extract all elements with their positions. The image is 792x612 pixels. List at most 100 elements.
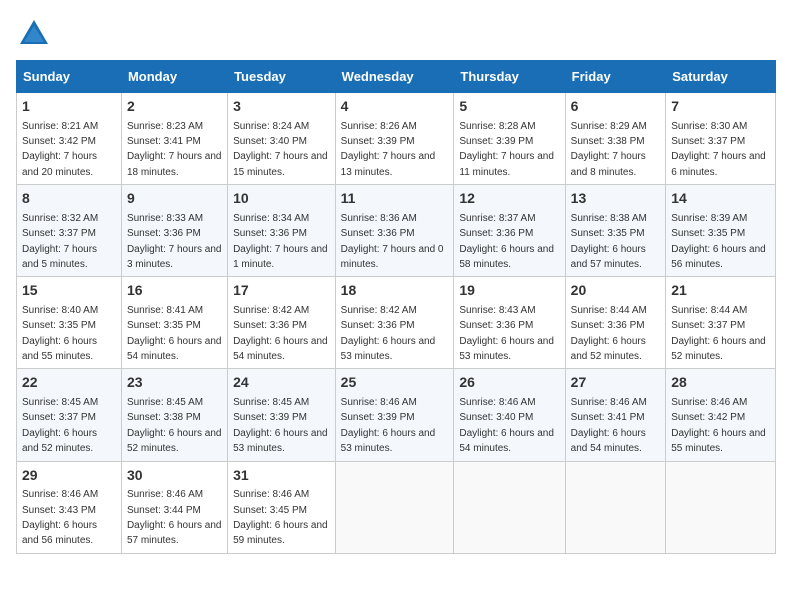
calendar-day-cell: 16 Sunrise: 8:41 AMSunset: 3:35 PMDaylig… <box>121 277 227 369</box>
day-info: Sunrise: 8:28 AMSunset: 3:39 PMDaylight:… <box>459 121 554 178</box>
calendar-day-cell: 2 Sunrise: 8:23 AMSunset: 3:41 PMDayligh… <box>121 93 227 185</box>
day-number: 12 <box>459 189 559 209</box>
calendar-day-cell: 7 Sunrise: 8:30 AMSunset: 3:37 PMDayligh… <box>666 93 776 185</box>
day-info: Sunrise: 8:40 AMSunset: 3:35 PMDaylight:… <box>22 305 98 362</box>
day-info: Sunrise: 8:46 AMSunset: 3:40 PMDaylight:… <box>459 397 554 454</box>
page-header <box>16 16 776 52</box>
day-number: 14 <box>671 189 770 209</box>
day-number: 18 <box>341 281 449 301</box>
day-info: Sunrise: 8:32 AMSunset: 3:37 PMDaylight:… <box>22 213 98 270</box>
day-number: 2 <box>127 97 222 117</box>
calendar-day-cell: 29 Sunrise: 8:46 AMSunset: 3:43 PMDaylig… <box>17 461 122 553</box>
calendar-week-row: 1 Sunrise: 8:21 AMSunset: 3:42 PMDayligh… <box>17 93 776 185</box>
day-info: Sunrise: 8:26 AMSunset: 3:39 PMDaylight:… <box>341 121 436 178</box>
calendar-header-sunday: Sunday <box>17 61 122 93</box>
calendar-day-cell: 26 Sunrise: 8:46 AMSunset: 3:40 PMDaylig… <box>454 369 565 461</box>
calendar-day-cell: 28 Sunrise: 8:46 AMSunset: 3:42 PMDaylig… <box>666 369 776 461</box>
day-info: Sunrise: 8:46 AMSunset: 3:43 PMDaylight:… <box>22 489 98 546</box>
day-number: 29 <box>22 466 116 486</box>
calendar-day-cell: 10 Sunrise: 8:34 AMSunset: 3:36 PMDaylig… <box>228 185 336 277</box>
day-number: 26 <box>459 373 559 393</box>
day-info: Sunrise: 8:45 AMSunset: 3:39 PMDaylight:… <box>233 397 328 454</box>
calendar-day-cell: 5 Sunrise: 8:28 AMSunset: 3:39 PMDayligh… <box>454 93 565 185</box>
calendar-day-cell: 18 Sunrise: 8:42 AMSunset: 3:36 PMDaylig… <box>335 277 454 369</box>
calendar-header-tuesday: Tuesday <box>228 61 336 93</box>
logo <box>16 16 56 52</box>
calendar-week-row: 22 Sunrise: 8:45 AMSunset: 3:37 PMDaylig… <box>17 369 776 461</box>
day-info: Sunrise: 8:21 AMSunset: 3:42 PMDaylight:… <box>22 121 98 178</box>
calendar-day-cell: 3 Sunrise: 8:24 AMSunset: 3:40 PMDayligh… <box>228 93 336 185</box>
calendar-day-cell: 14 Sunrise: 8:39 AMSunset: 3:35 PMDaylig… <box>666 185 776 277</box>
calendar-day-cell: 4 Sunrise: 8:26 AMSunset: 3:39 PMDayligh… <box>335 93 454 185</box>
day-info: Sunrise: 8:36 AMSunset: 3:36 PMDaylight:… <box>341 213 444 270</box>
day-number: 21 <box>671 281 770 301</box>
calendar-header-friday: Friday <box>565 61 666 93</box>
day-number: 9 <box>127 189 222 209</box>
calendar-table: SundayMondayTuesdayWednesdayThursdayFrid… <box>16 60 776 554</box>
day-number: 17 <box>233 281 330 301</box>
day-info: Sunrise: 8:46 AMSunset: 3:41 PMDaylight:… <box>571 397 647 454</box>
day-number: 28 <box>671 373 770 393</box>
calendar-header-row: SundayMondayTuesdayWednesdayThursdayFrid… <box>17 61 776 93</box>
day-number: 30 <box>127 466 222 486</box>
day-info: Sunrise: 8:42 AMSunset: 3:36 PMDaylight:… <box>233 305 328 362</box>
day-info: Sunrise: 8:37 AMSunset: 3:36 PMDaylight:… <box>459 213 554 270</box>
day-info: Sunrise: 8:46 AMSunset: 3:45 PMDaylight:… <box>233 489 328 546</box>
calendar-day-cell: 8 Sunrise: 8:32 AMSunset: 3:37 PMDayligh… <box>17 185 122 277</box>
day-info: Sunrise: 8:44 AMSunset: 3:36 PMDaylight:… <box>571 305 647 362</box>
day-number: 20 <box>571 281 661 301</box>
calendar-day-cell: 30 Sunrise: 8:46 AMSunset: 3:44 PMDaylig… <box>121 461 227 553</box>
day-info: Sunrise: 8:33 AMSunset: 3:36 PMDaylight:… <box>127 213 222 270</box>
calendar-day-cell: 15 Sunrise: 8:40 AMSunset: 3:35 PMDaylig… <box>17 277 122 369</box>
day-info: Sunrise: 8:43 AMSunset: 3:36 PMDaylight:… <box>459 305 554 362</box>
day-number: 15 <box>22 281 116 301</box>
day-info: Sunrise: 8:29 AMSunset: 3:38 PMDaylight:… <box>571 121 647 178</box>
calendar-day-cell: 27 Sunrise: 8:46 AMSunset: 3:41 PMDaylig… <box>565 369 666 461</box>
day-number: 11 <box>341 189 449 209</box>
day-info: Sunrise: 8:39 AMSunset: 3:35 PMDaylight:… <box>671 213 766 270</box>
calendar-day-cell: 12 Sunrise: 8:37 AMSunset: 3:36 PMDaylig… <box>454 185 565 277</box>
day-number: 16 <box>127 281 222 301</box>
calendar-day-cell: 13 Sunrise: 8:38 AMSunset: 3:35 PMDaylig… <box>565 185 666 277</box>
day-number: 8 <box>22 189 116 209</box>
day-info: Sunrise: 8:24 AMSunset: 3:40 PMDaylight:… <box>233 121 328 178</box>
day-info: Sunrise: 8:46 AMSunset: 3:44 PMDaylight:… <box>127 489 222 546</box>
calendar-header-monday: Monday <box>121 61 227 93</box>
calendar-header-thursday: Thursday <box>454 61 565 93</box>
calendar-day-cell: 23 Sunrise: 8:45 AMSunset: 3:38 PMDaylig… <box>121 369 227 461</box>
day-number: 7 <box>671 97 770 117</box>
day-info: Sunrise: 8:34 AMSunset: 3:36 PMDaylight:… <box>233 213 328 270</box>
day-info: Sunrise: 8:38 AMSunset: 3:35 PMDaylight:… <box>571 213 647 270</box>
calendar-day-cell: 21 Sunrise: 8:44 AMSunset: 3:37 PMDaylig… <box>666 277 776 369</box>
day-number: 13 <box>571 189 661 209</box>
day-number: 5 <box>459 97 559 117</box>
calendar-day-cell: 25 Sunrise: 8:46 AMSunset: 3:39 PMDaylig… <box>335 369 454 461</box>
calendar-week-row: 15 Sunrise: 8:40 AMSunset: 3:35 PMDaylig… <box>17 277 776 369</box>
calendar-day-cell: 22 Sunrise: 8:45 AMSunset: 3:37 PMDaylig… <box>17 369 122 461</box>
day-number: 23 <box>127 373 222 393</box>
calendar-day-cell: 9 Sunrise: 8:33 AMSunset: 3:36 PMDayligh… <box>121 185 227 277</box>
calendar-day-cell <box>565 461 666 553</box>
day-info: Sunrise: 8:42 AMSunset: 3:36 PMDaylight:… <box>341 305 436 362</box>
calendar-day-cell <box>454 461 565 553</box>
day-number: 4 <box>341 97 449 117</box>
day-number: 1 <box>22 97 116 117</box>
day-number: 22 <box>22 373 116 393</box>
day-number: 27 <box>571 373 661 393</box>
day-number: 31 <box>233 466 330 486</box>
day-info: Sunrise: 8:41 AMSunset: 3:35 PMDaylight:… <box>127 305 222 362</box>
calendar-day-cell: 6 Sunrise: 8:29 AMSunset: 3:38 PMDayligh… <box>565 93 666 185</box>
calendar-day-cell: 24 Sunrise: 8:45 AMSunset: 3:39 PMDaylig… <box>228 369 336 461</box>
calendar-day-cell: 17 Sunrise: 8:42 AMSunset: 3:36 PMDaylig… <box>228 277 336 369</box>
day-number: 19 <box>459 281 559 301</box>
calendar-day-cell: 19 Sunrise: 8:43 AMSunset: 3:36 PMDaylig… <box>454 277 565 369</box>
day-number: 10 <box>233 189 330 209</box>
calendar-day-cell: 11 Sunrise: 8:36 AMSunset: 3:36 PMDaylig… <box>335 185 454 277</box>
day-info: Sunrise: 8:45 AMSunset: 3:37 PMDaylight:… <box>22 397 98 454</box>
day-info: Sunrise: 8:45 AMSunset: 3:38 PMDaylight:… <box>127 397 222 454</box>
calendar-day-cell <box>335 461 454 553</box>
day-number: 25 <box>341 373 449 393</box>
logo-icon <box>16 16 52 52</box>
day-number: 24 <box>233 373 330 393</box>
day-info: Sunrise: 8:30 AMSunset: 3:37 PMDaylight:… <box>671 121 766 178</box>
